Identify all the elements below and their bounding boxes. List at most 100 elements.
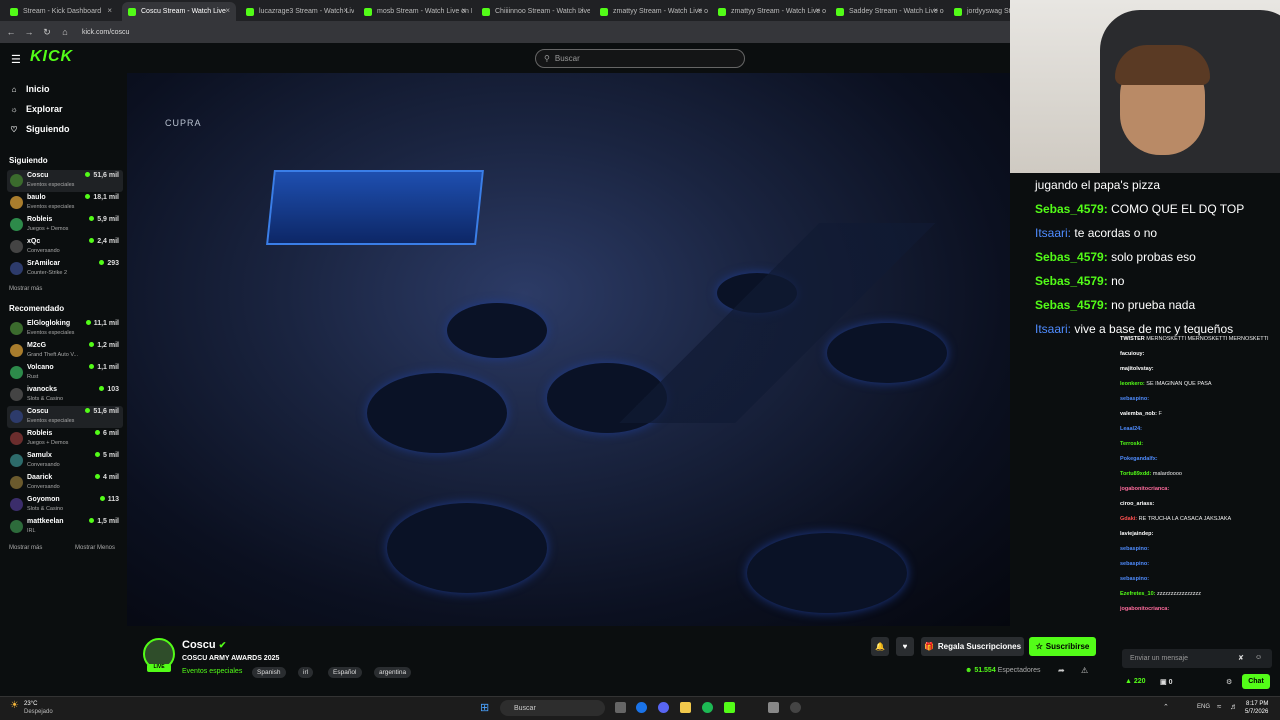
kick-logo[interactable]: KICK (30, 48, 73, 66)
chat-username[interactable]: facuiouy: (1120, 351, 1144, 357)
tab-close-icon[interactable]: × (933, 6, 938, 15)
chat-settings-icon[interactable]: ⚙ (1226, 678, 1232, 686)
sidebar-channel[interactable]: ElGlogloking Eventos especiales 11,1 mil (7, 318, 123, 340)
reload-icon[interactable]: ↻ (40, 27, 54, 38)
kick-app-icon[interactable] (724, 702, 735, 713)
search-input[interactable]: ⚲ Buscar (535, 49, 745, 68)
chat-username[interactable]: Gdaki: (1120, 516, 1137, 522)
show-more-following[interactable]: Mostrar más (9, 286, 42, 292)
report-icon[interactable]: ⚠ (1081, 666, 1088, 675)
tab-close-icon[interactable]: × (697, 6, 702, 15)
chat-username[interactable]: sebaspino: (1120, 561, 1149, 567)
stream-tag[interactable]: irl (298, 667, 314, 678)
stream-tag[interactable]: Spanish (252, 667, 286, 678)
stream-tag[interactable]: Español (328, 667, 362, 678)
sidebar-channel[interactable]: Robleis Juegos + Demos 5,9 mil (7, 214, 123, 236)
browser-tab[interactable]: zmattyy Stream - Watch Live o × (712, 2, 826, 21)
chat-send-button[interactable]: Chat (1242, 674, 1270, 689)
taskbar-search[interactable]: Buscar (500, 700, 605, 716)
tab-close-icon[interactable]: × (107, 6, 112, 15)
nav-explorar[interactable]: ☼ Explorar (9, 104, 62, 114)
browser-tab[interactable]: lucazrage3 Stream - Watch Live × (240, 2, 354, 21)
chat-username[interactable]: valemba_nob: (1120, 411, 1157, 417)
forward-icon[interactable]: → (22, 27, 36, 37)
obs-icon[interactable] (790, 702, 801, 713)
tab-close-icon[interactable]: × (579, 6, 584, 15)
follow-heart-icon[interactable]: ♥ (896, 637, 914, 656)
tab-favicon-icon (10, 7, 18, 16)
chat-input[interactable]: Enviar un mensaje (1122, 649, 1272, 668)
browser-tab[interactable]: Chiiiinnoo Stream - Watch Live × (476, 2, 590, 21)
task-view-icon[interactable] (615, 702, 626, 713)
stream-category[interactable]: Eventos especiales (182, 668, 242, 675)
chat-username[interactable]: ciroo_ariass: (1120, 501, 1154, 507)
app-icon[interactable] (768, 702, 779, 713)
chrome-icon[interactable] (636, 702, 647, 713)
commands-icon[interactable]: ✘ (1238, 654, 1244, 662)
volume-icon[interactable]: ♬ (1230, 702, 1238, 711)
menu-icon[interactable]: ☰ (11, 53, 21, 66)
browser-tab[interactable]: Stream - Kick Dashboard × (4, 2, 118, 21)
show-less-recommended[interactable]: Mostrar Menos (75, 545, 115, 551)
sidebar-channel[interactable]: xQc Conversando 2,4 mil (7, 236, 123, 258)
gift-subs-button[interactable]: 🎁 Regala Suscripciones (921, 637, 1024, 656)
browser-tab[interactable]: Saddey Stream - Watch Live o × (830, 2, 944, 21)
notification-bell-icon[interactable]: 🔔 (871, 637, 889, 656)
video-player[interactable] (127, 73, 1010, 626)
sidebar-channel[interactable]: Volcano Rust 1,1 mil (7, 362, 123, 384)
chat-username[interactable]: Tortu89xdd: (1120, 471, 1151, 477)
streamer-name[interactable]: Coscu ✔ (182, 639, 226, 651)
share-icon[interactable]: ➦ (1058, 666, 1065, 675)
sidebar-channel[interactable]: Robleis Juegos + Demos 6 mil (7, 428, 123, 450)
chat-username[interactable]: majitolvstay: (1120, 366, 1154, 372)
sidebar-channel[interactable]: mattkeelan IRL 1,5 mil (7, 516, 123, 538)
sidebar-channel[interactable]: Coscu Eventos especiales 51,6 mil (7, 406, 123, 428)
sidebar-channel[interactable]: ivanocks Slots & Casino 103 (7, 384, 123, 406)
chat-username[interactable]: jogabonitocrianca: (1120, 486, 1169, 492)
url-field[interactable]: kick.com/coscu (82, 29, 129, 36)
spotify-icon[interactable] (702, 702, 713, 713)
browser-tab[interactable]: mosb Stream - Watch Live on K × (358, 2, 472, 21)
weather-widget[interactable]: 23°C Despejado (24, 700, 53, 716)
clock[interactable]: 8:17 PM 5/7/2026 (1245, 700, 1268, 716)
file-explorer-icon[interactable] (680, 702, 691, 713)
tab-close-icon[interactable]: × (225, 6, 230, 15)
sidebar-channel[interactable]: baulo Eventos especiales 18,1 mil (7, 192, 123, 214)
emoji-icon[interactable]: ☺ (1255, 654, 1262, 661)
home-icon[interactable]: ⌂ (58, 27, 72, 37)
gift-counter[interactable]: ▣ 0 (1160, 678, 1172, 686)
tray-chevron-icon[interactable]: ⌃ (1163, 703, 1169, 711)
tab-close-icon[interactable]: × (815, 6, 820, 15)
chat-username[interactable]: sebaspino: (1120, 396, 1149, 402)
sidebar-channel[interactable]: M2cG Grand Theft Auto V... 1,2 mil (7, 340, 123, 362)
browser-tab[interactable]: zmattyy Stream - Watch Live o × (594, 2, 708, 21)
chat-username[interactable]: jogabonitocrianca: (1120, 606, 1169, 612)
browser-tab[interactable]: Coscu Stream - Watch Live × (122, 2, 236, 21)
sidebar-channel[interactable]: Goyomon Slots & Casino 113 (7, 494, 123, 516)
nav-inicio[interactable]: ⌂ Inicio (9, 84, 50, 94)
subscribe-button[interactable]: ☆ Suscribirse (1029, 637, 1096, 656)
chat-username[interactable]: Pokegandalfx: (1120, 456, 1158, 462)
wifi-icon[interactable]: ≈ (1217, 702, 1221, 711)
chat-username[interactable]: leonkero: (1120, 381, 1145, 387)
sidebar-channel[interactable]: Coscu Eventos especiales 51,6 mil (7, 170, 123, 192)
chat-username[interactable]: Ezefretes_10: (1120, 591, 1155, 597)
chat-username[interactable]: Terroski: (1120, 441, 1143, 447)
sidebar-channel[interactable]: Daarick Conversando 4 mil (7, 472, 123, 494)
tab-close-icon[interactable]: × (461, 6, 466, 15)
tab-close-icon[interactable]: × (343, 6, 348, 15)
sidebar-channel[interactable]: Samulx Conversando 5 mil (7, 450, 123, 472)
windows-start-icon[interactable]: ⊞ (480, 701, 489, 714)
show-more-recommended[interactable]: Mostrar más (9, 545, 42, 551)
back-icon[interactable]: ← (4, 27, 18, 37)
chat-username[interactable]: sebaspino: (1120, 576, 1149, 582)
nav-siguiendo[interactable]: ♡ Siguiendo (9, 124, 69, 134)
discord-icon[interactable] (658, 702, 669, 713)
chat-username[interactable]: laviejaindep: (1120, 531, 1153, 537)
channel-points[interactable]: ▲ 220 (1125, 678, 1146, 685)
sidebar-channel[interactable]: SrAmilcar Counter-Strike 2 293 (7, 258, 123, 280)
stream-tag[interactable]: argentina (374, 667, 412, 678)
language-indicator[interactable]: ENG (1197, 704, 1210, 710)
chat-username[interactable]: sebaspino: (1120, 546, 1149, 552)
chat-username[interactable]: Leaal24: (1120, 426, 1142, 432)
